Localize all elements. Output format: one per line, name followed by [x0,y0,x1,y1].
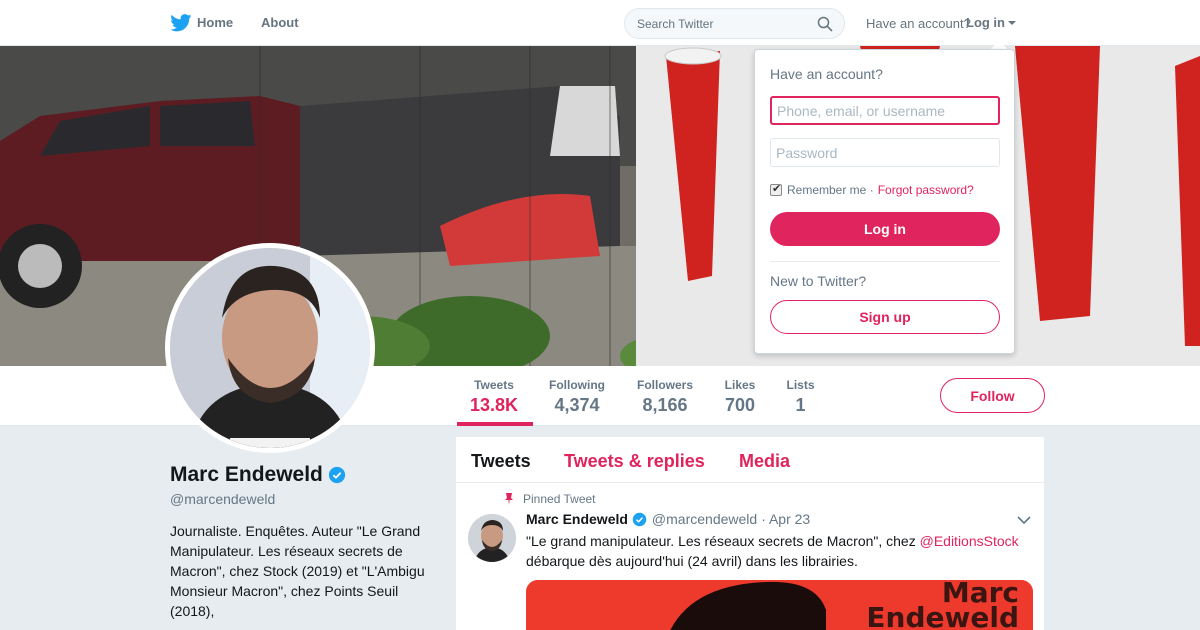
nav-about-link[interactable]: About [261,15,299,30]
tweet-avatar-photo [468,514,516,562]
stat-value: 4,374 [554,395,600,415]
tab-tweets[interactable]: Tweets [471,451,531,472]
stat-value: 13.8K [470,395,519,415]
login-button[interactable]: Log in [770,212,1000,246]
dropdown-divider [770,261,1000,262]
tab-tweets-and-replies[interactable]: Tweets & replies [564,451,705,472]
verified-badge-icon [632,512,647,526]
dropdown-title: Have an account? [770,66,883,82]
tweet-date[interactable]: · Apr 23 [761,511,810,527]
forgot-password-link[interactable]: Forgot password? [878,183,974,197]
profile-handle[interactable]: @marcendeweld [170,491,275,507]
search-icon[interactable] [817,16,833,32]
new-to-twitter-text: New to Twitter? [770,273,867,289]
stat-value: 700 [724,395,756,415]
pinned-text: Pinned Tweet [523,492,596,506]
tweet-avatar[interactable] [468,514,516,562]
active-stat-underline [457,422,533,426]
caret-down-icon [1008,20,1016,25]
login-dropdown-toggle[interactable]: Log in [966,15,1016,30]
tab-media[interactable]: Media [739,451,790,472]
nav-home-link[interactable]: Home [197,15,233,30]
pinned-tweet-label: Pinned Tweet [504,492,596,506]
password-input[interactable] [770,138,1000,167]
tweet-mention-link[interactable]: @EditionsStock [920,533,1019,549]
profile-bio: Journaliste. Enquêtes. Auteur "Le Grand … [170,523,425,619]
have-account-text: Have an account? [866,16,971,31]
avatar-photo [170,248,370,448]
search-placeholder: Search Twitter [637,17,714,31]
stat-label: Lists [786,378,815,392]
stat-value: 1 [795,395,806,415]
pin-icon [505,493,513,505]
tweet-text-end: débarque dès aujourd'hui (24 avril) dans… [526,553,858,569]
login-dropdown: Have an account? Remember me · Forgot pa… [754,49,1015,354]
top-navigation-bar: Home About Search Twitter Have an accoun… [0,0,1200,46]
stat-tweets[interactable]: Tweets 13.8K [470,378,518,416]
remember-me-checkbox[interactable] [770,182,782,196]
chevron-down-icon[interactable] [1017,515,1031,525]
stat-label: Tweets [474,378,514,392]
media-caption-line-2: Endeweld [866,601,1019,630]
tweet-author-handle[interactable]: @marcendeweld [652,511,757,527]
profile-avatar[interactable] [165,243,375,453]
stat-lists[interactable]: Lists 1 [786,378,815,416]
search-box[interactable]: Search Twitter [624,8,845,39]
stat-followers[interactable]: Followers 8,166 [636,378,694,416]
stat-label: Likes [724,378,756,392]
tweet-text: "Le grand manipulateur. Les réseaux secr… [526,531,1031,571]
verified-badge-icon [328,466,345,484]
stat-likes[interactable]: Likes 700 [724,378,756,416]
login-link-label: Log in [966,15,1005,30]
stat-value: 8,166 [642,395,688,415]
stat-label: Following [549,378,605,392]
timeline-tabs: Tweets Tweets & replies Media [456,437,1044,483]
tweet-header: Marc Endeweld @marcendeweld · Apr 23 [526,511,810,527]
stat-label: Followers [636,378,693,392]
profile-name-row: Marc Endeweld [170,463,346,487]
timeline: Tweets Tweets & replies Media Pinned Twe… [456,437,1044,630]
media-caption: Marc Endeweld [866,580,1019,630]
signup-button[interactable]: Sign up [770,300,1000,334]
tweet-text-start: "Le grand manipulateur. Les réseaux secr… [526,533,920,549]
username-input[interactable] [770,96,1000,125]
tweet-media-image[interactable]: Marc Endeweld [526,580,1033,630]
stat-following[interactable]: Following 4,374 [548,378,606,416]
remember-me-row: Remember me · Forgot password? [770,182,974,197]
profile-name[interactable]: Marc Endeweld [170,463,323,487]
twitter-bird-icon[interactable] [170,14,192,32]
tweet-author-name[interactable]: Marc Endeweld [526,511,628,527]
remember-me-label[interactable]: Remember me · [787,183,874,197]
follow-button[interactable]: Follow [940,378,1045,413]
